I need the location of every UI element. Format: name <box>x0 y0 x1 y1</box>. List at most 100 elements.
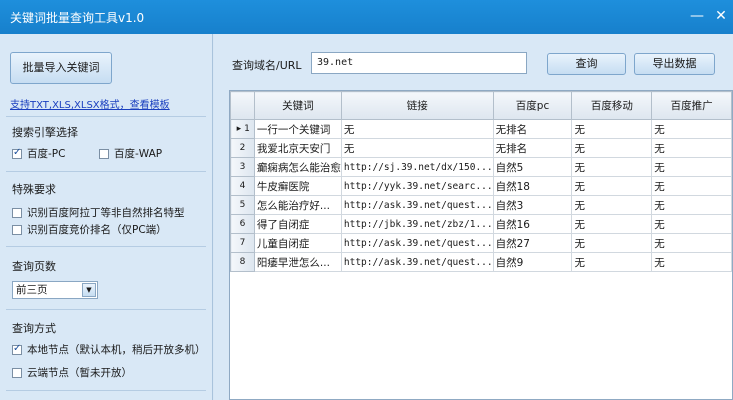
table-row[interactable]: 3 癫痫病怎么能治愈 http://sj.39.net/dx/150... 自然5 无无 <box>230 157 732 177</box>
row-number: ▸ 1 <box>230 119 255 139</box>
pages-select[interactable]: 前三页 ▼ <box>12 281 98 299</box>
column-header-baidu-pc[interactable]: 百度pc <box>492 91 573 120</box>
aladdin-recognition-checkbox[interactable]: 识别百度阿拉丁等非自然排名特型 <box>12 205 185 220</box>
row-number-label: 1 <box>244 124 250 134</box>
cell-baidu-promo[interactable]: 无 <box>651 119 732 139</box>
cloud-node-checkbox[interactable]: 云端节点（暂未开放） <box>12 365 132 380</box>
chevron-down-icon[interactable]: ▼ <box>82 283 96 297</box>
cell-baidu-mobile[interactable]: 无 <box>571 195 653 215</box>
engine-baidu-wap-checkbox[interactable]: 百度-WAP <box>99 146 162 161</box>
table-row[interactable]: 7 儿童自闭症 http://ask.39.net/quest... 自然27 无无 <box>230 233 732 253</box>
cell-link[interactable]: http://sj.39.net/dx/150... <box>340 157 494 177</box>
column-header-link[interactable]: 链接 <box>340 91 494 120</box>
engine-section-label: 搜索引擎选择 <box>12 126 78 139</box>
import-keywords-button[interactable]: 批量导入关键词 <box>10 52 112 84</box>
table-row[interactable]: 5 怎么能治疗好... http://ask.39.net/quest... 自然3 无… <box>230 195 732 215</box>
title-bar: 关键词批量查询工具v1.0 — ✕ <box>0 0 733 34</box>
table-row[interactable]: 2 我爱北京天安门无无排名无无 <box>230 138 732 158</box>
cell-baidu-promo[interactable]: 无 <box>651 195 732 215</box>
row-number-label: 5 <box>239 200 246 210</box>
format-template-link[interactable]: 支持TXT,XLS,XLSX格式，查看模板 <box>10 96 170 111</box>
row-number-label: 8 <box>239 257 246 267</box>
table-row[interactable]: ▸ 1 一行一个关键词无无排名无无 <box>230 119 732 139</box>
cell-keyword[interactable]: 儿童自闭症 <box>253 233 342 253</box>
cell-baidu-mobile[interactable]: 无 <box>571 119 653 139</box>
cell-baidu-promo[interactable]: 无 <box>651 176 732 196</box>
cell-keyword[interactable]: 癫痫病怎么能治愈 <box>253 157 342 177</box>
domain-input[interactable]: 39.net <box>311 52 527 74</box>
row-number-label: 2 <box>239 143 246 153</box>
query-button[interactable]: 查询 <box>547 53 626 75</box>
cell-link[interactable]: http://ask.39.net/quest... <box>340 195 494 215</box>
local-node-checkbox[interactable]: 本地节点（默认本机，稍后开放多机） <box>12 342 206 357</box>
column-header-baidu-promo[interactable]: 百度推广 <box>651 91 732 120</box>
checkbox-label: 云端节点（暂未开放） <box>27 367 132 379</box>
method-section-label: 查询方式 <box>12 322 56 335</box>
cell-link[interactable]: http://ask.39.net/quest... <box>340 252 494 272</box>
cell-baidu-pc[interactable]: 自然5 <box>492 157 573 177</box>
cell-baidu-pc[interactable]: 自然18 <box>492 176 573 196</box>
cell-link[interactable]: http://jbk.39.net/zbz/1... <box>340 214 494 234</box>
divider <box>6 116 206 117</box>
cell-baidu-mobile[interactable]: 无 <box>571 252 653 272</box>
row-number-label: 3 <box>239 162 246 172</box>
cell-baidu-mobile[interactable]: 无 <box>571 214 653 234</box>
pages-section-label: 查询页数 <box>12 260 56 273</box>
checkbox-box[interactable] <box>12 224 22 235</box>
table-row[interactable]: 8 阳痿早泄怎么... http://ask.39.net/quest... 自然9 无… <box>230 252 732 272</box>
cell-baidu-mobile[interactable]: 无 <box>571 157 653 177</box>
results-panel: 查询域名/URL 39.net 查询 导出数据 关键词 链接 百度pc 百度移动 <box>214 34 733 400</box>
checkbox-label: 识别百度阿拉丁等非自然排名特型 <box>27 207 185 219</box>
cell-keyword[interactable]: 得了自闭症 <box>253 214 342 234</box>
engine-baidu-pc-checkbox[interactable]: 百度-PC <box>12 146 65 161</box>
checkbox-box[interactable] <box>12 343 22 355</box>
cell-baidu-promo[interactable]: 无 <box>651 252 732 272</box>
divider <box>6 246 206 247</box>
row-number: 6 <box>230 214 255 234</box>
close-icon[interactable]: ✕ <box>708 4 733 28</box>
row-header-corner <box>230 91 255 120</box>
cell-link[interactable]: http://yyk.39.net/searc... <box>340 176 494 196</box>
cell-baidu-promo[interactable]: 无 <box>651 233 732 253</box>
cell-keyword[interactable]: 一行一个关键词 <box>253 119 342 139</box>
cell-baidu-pc[interactable]: 自然27 <box>492 233 573 253</box>
checkbox-box[interactable] <box>99 148 109 159</box>
cell-baidu-pc[interactable]: 自然3 <box>492 195 573 215</box>
bidding-recognition-checkbox[interactable]: 识别百度竞价排名（仅PC端） <box>12 222 167 237</box>
table-row[interactable]: 6 得了自闭症 http://jbk.39.net/zbz/1... 自然16 无无 <box>230 214 732 234</box>
cell-keyword[interactable]: 牛皮癣医院 <box>253 176 342 196</box>
cell-keyword[interactable]: 怎么能治疗好... <box>253 195 342 215</box>
cell-baidu-mobile[interactable]: 无 <box>571 176 653 196</box>
checkbox-box[interactable] <box>12 147 22 159</box>
table-body: ▸ 1 一行一个关键词无无排名无无 2 我爱北京天安门无无排名无无 3 癫痫病怎么能治愈 ht… <box>230 119 732 272</box>
cell-link[interactable]: 无 <box>340 138 494 158</box>
cell-baidu-pc[interactable]: 自然16 <box>492 214 573 234</box>
cell-baidu-promo[interactable]: 无 <box>651 157 732 177</box>
cell-keyword[interactable]: 我爱北京天安门 <box>253 138 342 158</box>
cell-baidu-pc[interactable]: 无排名 <box>492 119 573 139</box>
cell-baidu-pc[interactable]: 无排名 <box>492 138 573 158</box>
cell-link[interactable]: 无 <box>340 119 494 139</box>
divider <box>6 390 206 391</box>
cell-link[interactable]: http://ask.39.net/quest... <box>340 233 494 253</box>
special-section-label: 特殊要求 <box>12 183 56 196</box>
table-row[interactable]: 4 牛皮癣医院 http://yyk.39.net/searc... 自然18 无无 <box>230 176 732 196</box>
row-number: 4 <box>230 176 255 196</box>
checkbox-label: 百度-WAP <box>114 148 163 160</box>
divider <box>6 171 206 172</box>
checkbox-box[interactable] <box>12 207 22 218</box>
cell-baidu-promo[interactable]: 无 <box>651 214 732 234</box>
row-number-label: 4 <box>239 181 246 191</box>
column-header-baidu-mobile[interactable]: 百度移动 <box>571 91 653 120</box>
cell-baidu-pc[interactable]: 自然9 <box>492 252 573 272</box>
checkbox-box[interactable] <box>12 367 22 378</box>
results-grid[interactable]: 关键词 链接 百度pc 百度移动 百度推广 ▸ 1 一行一个关键词无无排名无无 2 我爱… <box>229 90 733 400</box>
cell-baidu-mobile[interactable]: 无 <box>571 138 653 158</box>
cell-baidu-mobile[interactable]: 无 <box>571 233 653 253</box>
cell-keyword[interactable]: 阳痿早泄怎么... <box>253 252 342 272</box>
minimize-icon[interactable]: — <box>684 4 710 28</box>
column-header-keyword[interactable]: 关键词 <box>253 91 342 120</box>
export-data-button[interactable]: 导出数据 <box>634 53 715 75</box>
row-number: 2 <box>230 138 255 158</box>
cell-baidu-promo[interactable]: 无 <box>651 138 732 158</box>
